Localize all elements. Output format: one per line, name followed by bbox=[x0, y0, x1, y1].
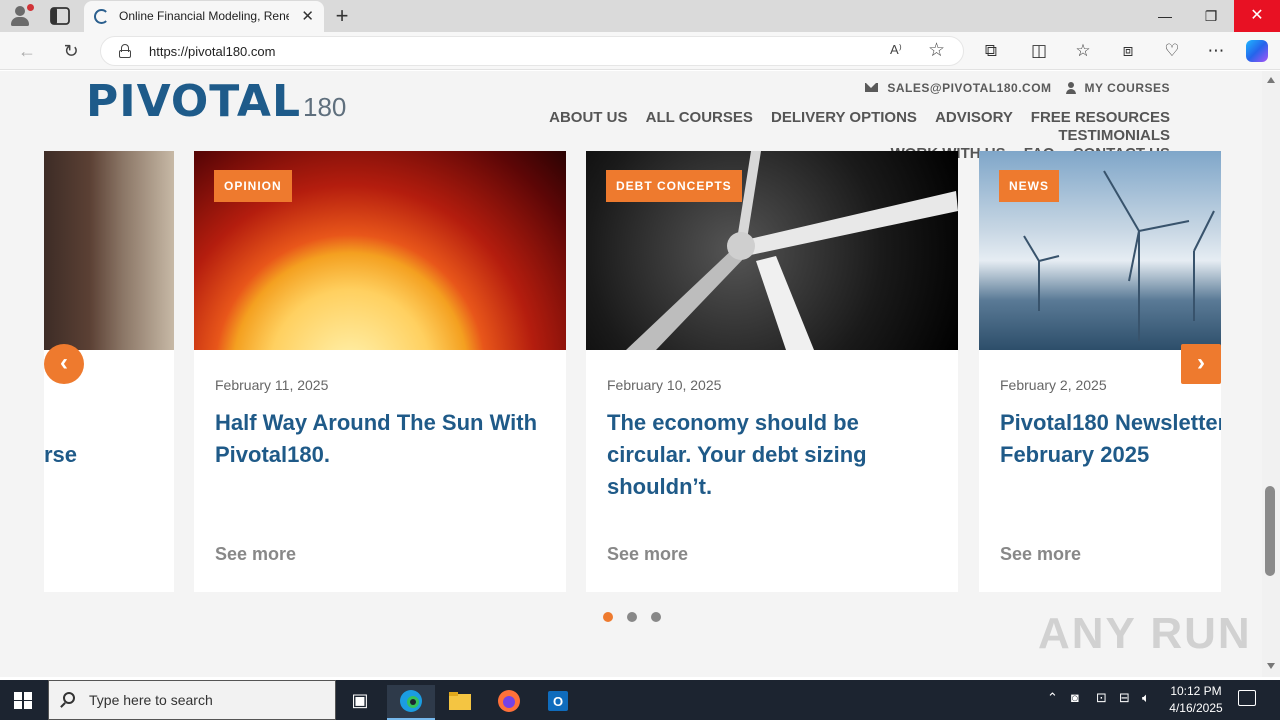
task-view-icon[interactable]: ▣ bbox=[336, 685, 384, 720]
see-more-link[interactable]: See more bbox=[1000, 544, 1081, 565]
category-badge[interactable]: OPINION bbox=[214, 170, 292, 202]
title-bar: Online Financial Modeling, Rene ✕ + — ❐ … bbox=[0, 0, 1280, 32]
time: 10:12 PM bbox=[1170, 684, 1222, 698]
scroll-up-icon[interactable] bbox=[1267, 77, 1275, 83]
taskbar: Type here to search ▣ O ⌃ ◙ ⊡ ⊟ 🔈︎ 10:12… bbox=[0, 680, 1280, 720]
split-screen-icon[interactable]: ◫ bbox=[1027, 40, 1051, 62]
nav-delivery-options[interactable]: DELIVERY OPTIONS bbox=[771, 109, 917, 126]
minimize-button[interactable]: — bbox=[1142, 0, 1188, 32]
file-explorer-icon[interactable] bbox=[436, 685, 484, 720]
carousel-dots bbox=[603, 609, 675, 627]
profile-icon[interactable] bbox=[8, 4, 34, 28]
carousel-dot[interactable] bbox=[651, 612, 661, 622]
new-tab-button[interactable]: + bbox=[330, 3, 354, 29]
carousel-card[interactable]: OPINION February 11, 2025 Half Way Aroun… bbox=[194, 151, 566, 592]
restore-button[interactable]: ❐ bbox=[1188, 0, 1234, 32]
category-badge[interactable]: NEWS bbox=[999, 170, 1059, 202]
show-hidden-icons[interactable]: ⌃ bbox=[1047, 690, 1058, 706]
email-link[interactable]: SALES@PIVOTAL180.COM bbox=[887, 81, 1051, 95]
more-options-icon[interactable]: ⋯ bbox=[1204, 40, 1228, 62]
extensions-icon[interactable]: ⧉ bbox=[979, 40, 1003, 62]
carousel-card[interactable]: DEBT CONCEPTS February 10, 2025 The econ… bbox=[586, 151, 958, 592]
read-aloud-icon[interactable]: A⁾ bbox=[890, 42, 902, 58]
logo-number: 180 bbox=[303, 92, 347, 122]
see-more-link[interactable]: See more bbox=[607, 544, 688, 565]
nav-testimonials[interactable]: TESTIMONIALS bbox=[1058, 127, 1170, 144]
logo-text: PIVOTAL bbox=[86, 76, 301, 127]
browser-tab[interactable]: Online Financial Modeling, Rene ✕ bbox=[84, 1, 324, 32]
mail-icon bbox=[865, 83, 879, 93]
carousel-prev-button[interactable]: ‹ bbox=[44, 344, 84, 384]
card-title[interactable]: The economy should be circular. Your deb… bbox=[607, 407, 917, 503]
browser-essentials-icon[interactable]: ♡ bbox=[1160, 40, 1184, 62]
collections-icon[interactable]: ⧈ bbox=[1116, 40, 1140, 62]
top-links: SALES@PIVOTAL180.COM MY COURSES bbox=[865, 80, 1170, 95]
clock[interactable]: 10:12 PM 4/16/2025 bbox=[1158, 683, 1234, 717]
favorites-icon[interactable]: ☆ bbox=[1071, 40, 1095, 62]
vertical-scrollbar[interactable] bbox=[1262, 71, 1280, 677]
carousel-dot[interactable] bbox=[627, 612, 637, 622]
copilot-icon[interactable] bbox=[1246, 40, 1268, 62]
taskbar-search[interactable]: Type here to search bbox=[48, 680, 336, 720]
card-title[interactable]: Half Way Around The Sun With Pivotal180. bbox=[215, 407, 545, 471]
scroll-thumb[interactable] bbox=[1265, 486, 1275, 576]
tab-actions-icon[interactable] bbox=[50, 7, 70, 25]
site-logo[interactable]: PIVOTAL180 bbox=[86, 76, 347, 127]
search-icon bbox=[63, 692, 75, 704]
refresh-icon[interactable]: ↻ bbox=[60, 40, 82, 62]
notifications-icon[interactable] bbox=[1238, 690, 1256, 706]
device-icon[interactable]: ⊡ bbox=[1096, 690, 1107, 706]
card-date: February 2, 2025 bbox=[1000, 377, 1107, 393]
url-text[interactable]: https://pivotal180.com bbox=[149, 44, 275, 59]
category-badge[interactable]: DEBT CONCEPTS bbox=[606, 170, 742, 202]
web-page: PIVOTAL180 SALES@PIVOTAL180.COM MY COURSE… bbox=[0, 71, 1262, 677]
close-tab-icon[interactable]: ✕ bbox=[301, 7, 314, 25]
watermark: ANY RUN bbox=[1038, 609, 1252, 658]
carousel-dot[interactable] bbox=[603, 612, 613, 622]
loading-icon bbox=[94, 9, 109, 24]
outlook-tray-icon[interactable]: ◙ bbox=[1071, 690, 1079, 705]
network-icon[interactable]: ⊟ bbox=[1119, 690, 1130, 706]
card-date: February 11, 2025 bbox=[215, 377, 329, 393]
lock-icon[interactable] bbox=[119, 44, 131, 58]
card-title: rse bbox=[44, 442, 78, 467]
nav-advisory[interactable]: ADVISORY bbox=[935, 109, 1013, 126]
date: 4/16/2025 bbox=[1169, 701, 1223, 715]
edge-icon[interactable] bbox=[387, 685, 435, 720]
windows-start-icon[interactable] bbox=[14, 692, 32, 709]
favorite-star-icon[interactable]: ☆ bbox=[928, 39, 945, 62]
volume-icon[interactable]: 🔈︎ bbox=[1142, 690, 1150, 706]
card-date: February 10, 2025 bbox=[607, 377, 722, 393]
svg-text:O: O bbox=[553, 694, 563, 709]
nav-all-courses[interactable]: ALL COURSES bbox=[646, 109, 753, 126]
search-placeholder: Type here to search bbox=[89, 692, 213, 708]
address-bar[interactable]: https://pivotal180.com A⁾ ☆ bbox=[100, 36, 964, 66]
firefox-icon[interactable] bbox=[485, 685, 533, 720]
user-icon bbox=[1065, 81, 1076, 94]
nav-about-us[interactable]: ABOUT US bbox=[549, 109, 627, 126]
close-window-button[interactable]: ✕ bbox=[1234, 0, 1280, 32]
tab-title: Online Financial Modeling, Rene bbox=[119, 9, 289, 23]
my-courses-link[interactable]: MY COURSES bbox=[1085, 81, 1170, 95]
carousel-next-button[interactable]: › bbox=[1181, 344, 1221, 384]
card-image bbox=[44, 151, 174, 350]
outlook-icon[interactable]: O bbox=[534, 685, 582, 720]
back-icon[interactable]: ← bbox=[16, 40, 38, 62]
scroll-down-icon[interactable] bbox=[1267, 663, 1275, 669]
nav-free-resources[interactable]: FREE RESOURCES bbox=[1031, 109, 1170, 126]
card-title[interactable]: Pivotal180 Newsletter February 2025 bbox=[1000, 407, 1221, 471]
see-more-link[interactable]: See more bbox=[215, 544, 296, 565]
